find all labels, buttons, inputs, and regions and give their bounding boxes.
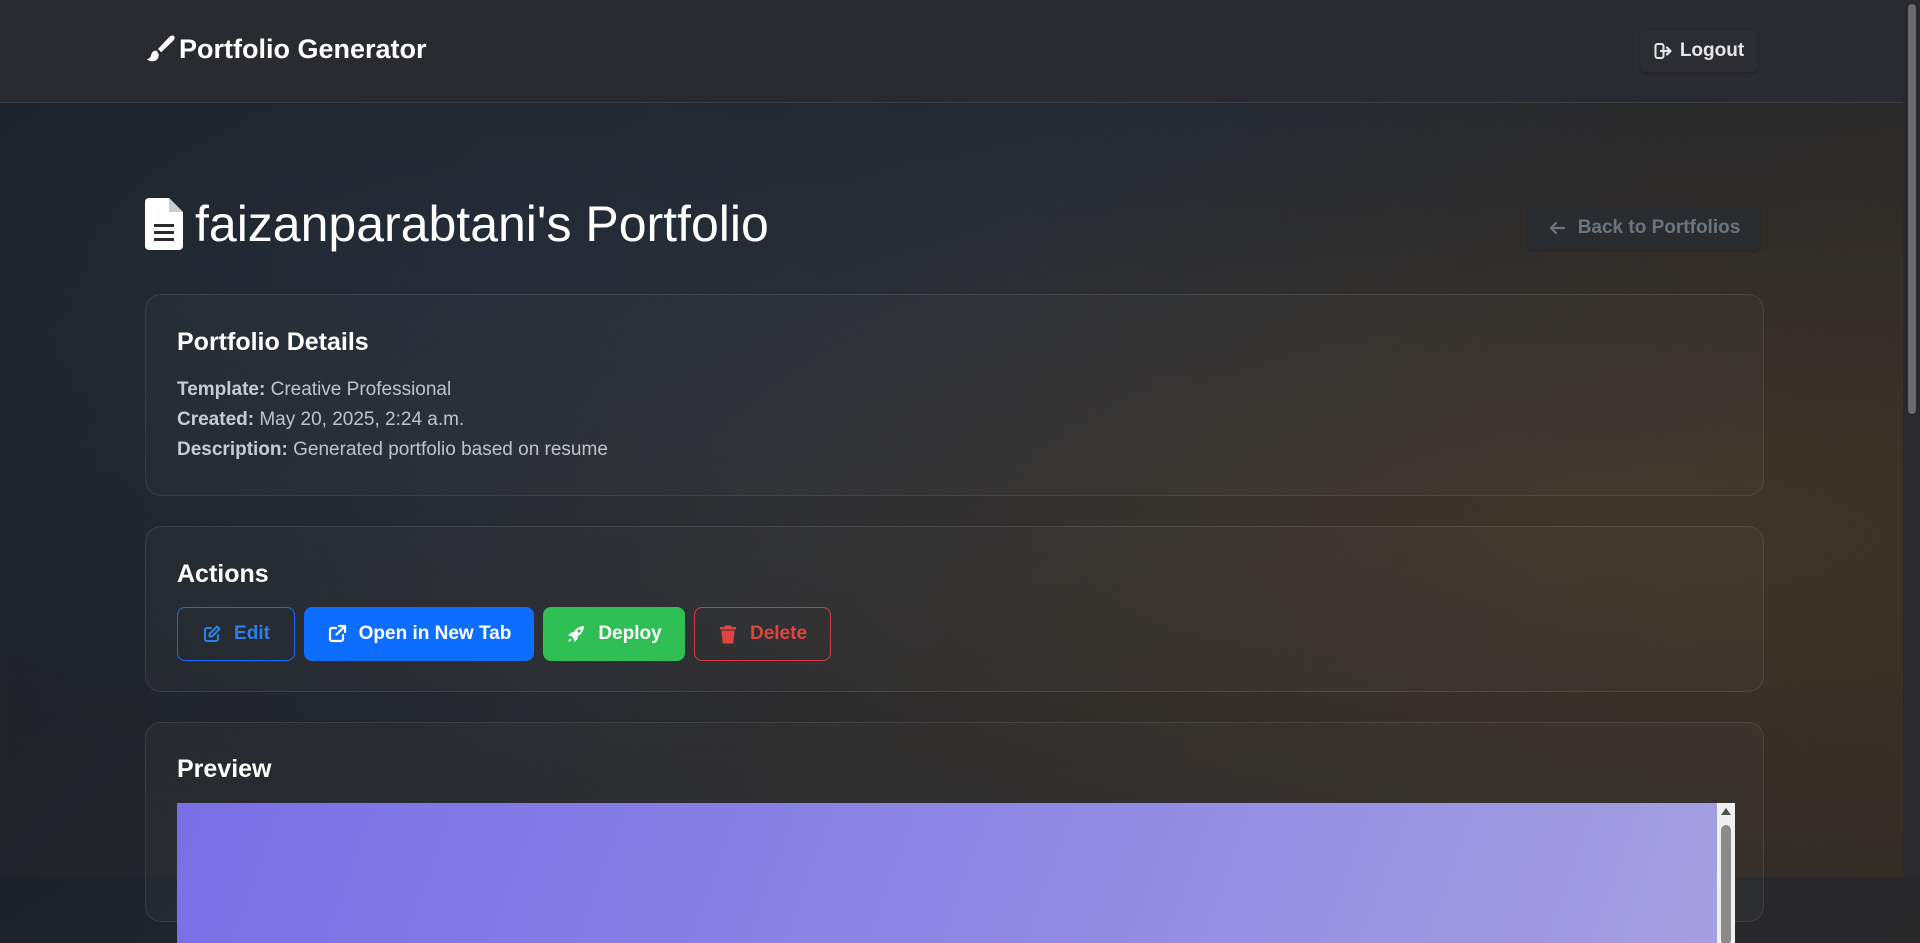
description-label: Description: [177,439,288,460]
back-to-portfolios-button[interactable]: Back to Portfolios [1528,206,1760,250]
arrow-left-icon [1549,221,1565,235]
rocket-icon [568,626,585,642]
description-value: Generated portfolio based on resume [293,439,608,460]
page-header: faizanparabtani's Portfolio [145,195,769,253]
open-label: Open in New Tab [358,623,512,644]
preview-scroll-thumb[interactable] [1721,825,1731,943]
template-label: Template: [177,379,266,400]
created-value: May 20, 2025, 2:24 a.m. [259,409,465,430]
edit-label: Edit [234,623,270,644]
logout-button[interactable]: Logout [1640,30,1758,72]
created-label: Created: [177,409,255,430]
preview-scrollbar[interactable] [1717,803,1735,943]
actions-card: Actions Edit Open in New Tab Deploy Dele… [145,526,1764,692]
portfolio-preview-frame[interactable] [177,803,1735,943]
brand-name: Portfolio Generator [179,33,427,64]
paint-brush-icon [147,35,175,62]
page-title: faizanparabtani's Portfolio [195,196,769,252]
deploy-button[interactable]: Deploy [543,607,685,661]
portfolio-details-card: Portfolio Details Template: Creative Pro… [145,294,1764,496]
page-scroll-thumb[interactable] [1908,4,1916,414]
edit-icon [204,625,221,642]
brand-link[interactable]: Portfolio Generator [145,33,427,65]
delete-button[interactable]: Delete [694,607,831,661]
preview-title: Preview [177,755,272,783]
back-label: Back to Portfolios [1577,217,1741,238]
trash-icon [719,625,736,644]
edit-button[interactable]: Edit [177,607,295,661]
file-document-icon [145,198,183,250]
template-value: Creative Professional [270,379,452,400]
deploy-label: Deploy [598,623,662,644]
description-row: Description: Generated portfolio based o… [177,439,608,461]
delete-label: Delete [749,623,808,644]
navbar: Portfolio Generator Logout [0,0,1920,103]
scroll-up-icon[interactable] [1721,808,1731,815]
page-scrollbar[interactable] [1903,0,1920,877]
preview-card: Preview [145,722,1764,943]
open-in-new-tab-button[interactable]: Open in New Tab [304,607,534,661]
template-row: Template: Creative Professional [177,379,451,401]
logout-label: Logout [1679,40,1745,61]
created-row: Created: May 20, 2025, 2:24 a.m. [177,409,464,431]
actions-title: Actions [177,560,269,588]
sign-out-icon [1654,43,1672,59]
details-title: Portfolio Details [177,328,369,356]
external-link-icon [328,624,346,643]
